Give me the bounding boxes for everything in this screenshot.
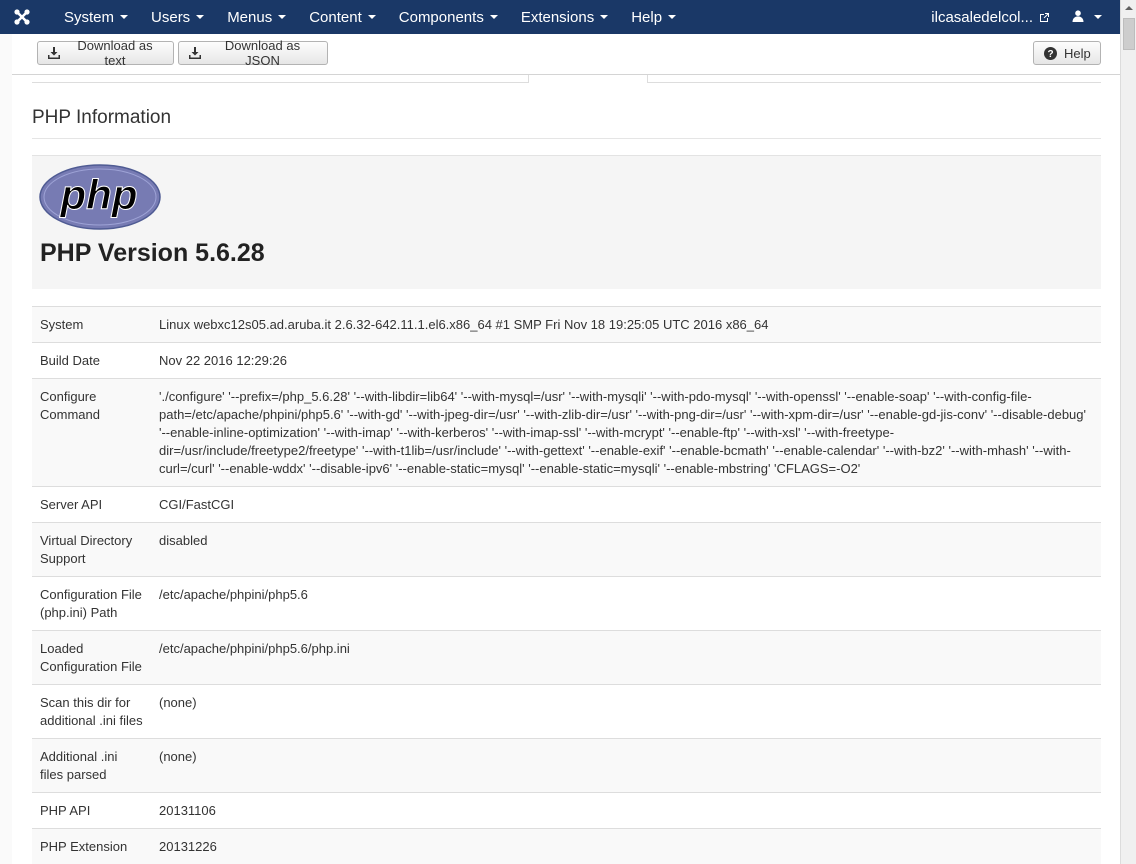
help-button[interactable]: ? Help	[1033, 41, 1101, 65]
caret-down-icon	[1094, 15, 1102, 19]
row-value: './configure' '--prefix=/php_5.6.28' '--…	[151, 378, 1101, 487]
top-navbar: System Users Menus Content Components Ex…	[0, 0, 1120, 34]
caret-down-icon	[367, 15, 376, 19]
button-label: Download as JSON	[224, 38, 301, 68]
row-value: Nov 22 2016 12:29:26	[151, 342, 1101, 379]
row-key: Build Date	[32, 342, 151, 379]
table-row: Additional .ini files parsed (none)	[32, 738, 1101, 793]
row-key: Virtual Directory Support	[32, 522, 151, 577]
download-icon	[189, 47, 201, 59]
row-key: Server API	[32, 486, 151, 523]
row-value: (none)	[151, 684, 1101, 739]
table-row: System Linux webxc12s05.ad.aruba.it 2.6.3…	[32, 306, 1101, 343]
menu-system[interactable]: System	[44, 0, 138, 34]
row-key: PHP API	[32, 792, 151, 829]
download-as-text-button[interactable]: Download as text	[37, 38, 174, 68]
toolbar: Download as text Download as JSON ? Help	[12, 34, 1120, 75]
table-row: Scan this dir for additional .ini files(…	[32, 684, 1101, 739]
scroll-thumb[interactable]	[1123, 18, 1135, 50]
menu-users[interactable]: Users	[138, 0, 214, 34]
site-name: ilcasaledelcol...	[931, 8, 1033, 26]
table-row: Configure Command './configure' '--prefix…	[32, 378, 1101, 487]
row-value: Linux webxc12s05.ad.aruba.it 2.6.32-642.…	[151, 306, 1101, 343]
table-row: Server API CGI/FastCGI	[32, 486, 1101, 523]
site-link[interactable]: ilcasaledelcol...	[931, 9, 1072, 26]
menu-label: Help	[631, 8, 663, 26]
menu-label: Components	[398, 8, 484, 26]
page-title: PHP Information	[32, 107, 1101, 139]
row-key: Configuration File (php.ini) Path	[32, 576, 151, 631]
menu-extensions[interactable]: Extensions	[508, 0, 618, 34]
button-label: Download as text	[77, 38, 153, 68]
php-logo-icon: php	[39, 164, 161, 233]
menu-label: Users	[151, 8, 191, 26]
php-logo-text: php	[60, 171, 138, 218]
navbar-right: ilcasaledelcol...	[931, 0, 1120, 34]
row-key: PHP Extension	[32, 828, 151, 864]
user-menu[interactable]	[1072, 9, 1120, 25]
menu-components[interactable]: Components	[386, 0, 508, 34]
row-key: Scan this dir for additional .ini files	[32, 684, 151, 739]
button-label: Help	[1064, 45, 1091, 61]
caret-down-icon	[120, 15, 129, 19]
php-version: PHP Version 5.6.28	[40, 239, 265, 267]
caret-down-icon	[489, 15, 498, 19]
table-row: PHP API 20131106	[32, 792, 1101, 829]
vertical-scrollbar[interactable]	[1120, 0, 1136, 864]
table-row: Build Date Nov 22 2016 12:29:26	[32, 342, 1101, 379]
row-key: Additional .ini files parsed	[32, 738, 151, 793]
row-value: 20131226	[151, 828, 1101, 864]
caret-down-icon	[278, 15, 287, 19]
menu-help[interactable]: Help	[618, 0, 686, 34]
table-row: Loaded Configuration File/etc/apache/php…	[32, 630, 1101, 685]
main-menu: System Users Menus Content Components Ex…	[44, 0, 686, 34]
menu-content[interactable]: Content	[296, 0, 386, 34]
active-tab[interactable]	[528, 75, 648, 83]
menu-label: Extensions	[520, 8, 595, 26]
row-key: Configure Command	[32, 378, 151, 487]
table-row: Virtual Directory Support disabled	[32, 522, 1101, 577]
menu-label: System	[64, 8, 115, 26]
user-icon	[1072, 9, 1084, 25]
svg-text:?: ?	[1047, 49, 1053, 60]
row-value: disabled	[151, 522, 1101, 577]
row-key: System	[32, 306, 151, 343]
row-key: Loaded Configuration File	[32, 630, 151, 685]
joomla-logo-icon[interactable]	[0, 0, 44, 34]
menu-menus[interactable]: Menus	[214, 0, 296, 34]
external-link-icon	[1039, 12, 1050, 23]
caret-down-icon	[600, 15, 609, 19]
php-info-header: php PHP Version 5.6.28	[32, 155, 1101, 289]
caret-down-icon	[196, 15, 205, 19]
row-value: CGI/FastCGI	[151, 486, 1101, 523]
caret-down-icon	[668, 15, 677, 19]
table-row: PHP Extension 20131226	[32, 828, 1101, 864]
question-circle-icon: ?	[1044, 46, 1057, 60]
row-value: /etc/apache/phpini/php5.6	[151, 576, 1101, 631]
main-content: PHP Information php PHP Version 5.6.28 S…	[12, 75, 1120, 864]
row-value: 20131106	[151, 792, 1101, 829]
download-icon	[48, 47, 60, 59]
row-value: /etc/apache/phpini/php5.6/php.ini	[151, 630, 1101, 685]
menu-label: Content	[309, 8, 362, 26]
scroll-up-arrow-icon[interactable]	[1121, 0, 1136, 16]
menu-label: Menus	[227, 8, 273, 26]
table-row: Configuration File (php.ini) Path/etc/ap…	[32, 576, 1101, 631]
download-as-json-button[interactable]: Download as JSON	[178, 38, 328, 68]
row-value: (none)	[151, 738, 1101, 793]
php-info-table: System Linux webxc12s05.ad.aruba.it 2.6.3…	[32, 306, 1101, 864]
